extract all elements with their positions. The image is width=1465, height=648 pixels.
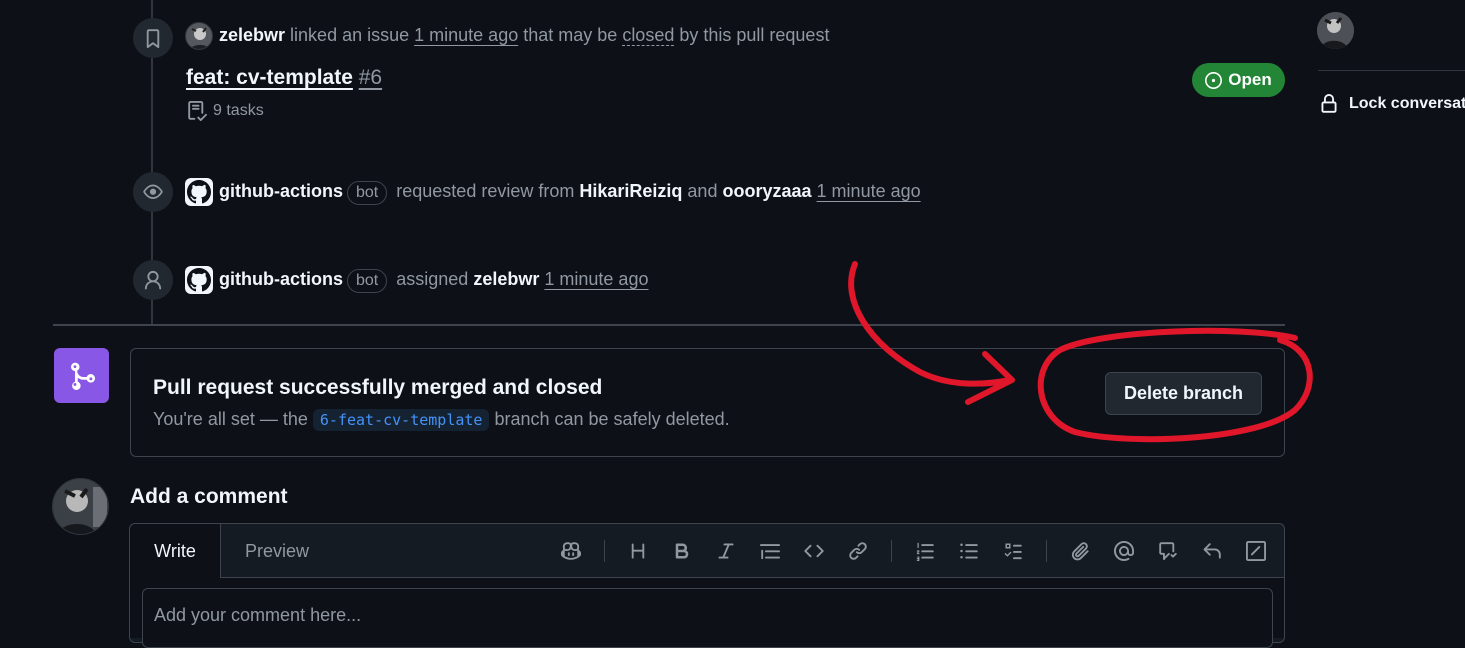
annotation-circle bbox=[1037, 327, 1313, 443]
user-avatar[interactable] bbox=[52, 478, 109, 535]
toolbar-separator bbox=[604, 540, 605, 562]
bold-icon[interactable] bbox=[669, 538, 695, 564]
paperclip-icon[interactable] bbox=[1067, 538, 1093, 564]
copilot-icon[interactable] bbox=[558, 538, 584, 564]
lock-icon bbox=[1321, 94, 1337, 113]
ordered-list-icon[interactable] bbox=[912, 538, 938, 564]
toolbar-separator bbox=[891, 540, 892, 562]
tab-preview[interactable]: Preview bbox=[221, 524, 333, 578]
comment-heading-text: Add a comment bbox=[130, 485, 288, 508]
reply-icon[interactable] bbox=[1199, 538, 1225, 564]
italic-icon[interactable] bbox=[713, 538, 739, 564]
unordered-list-icon[interactable] bbox=[956, 538, 982, 564]
heading-icon[interactable] bbox=[625, 538, 651, 564]
comment-heading: Add a comment bbox=[130, 485, 288, 509]
link-icon[interactable] bbox=[845, 538, 871, 564]
slash-command-icon[interactable] bbox=[1243, 538, 1269, 564]
tab-write[interactable]: Write bbox=[130, 524, 221, 578]
cross-reference-icon[interactable] bbox=[1155, 538, 1181, 564]
toolbar-separator bbox=[1046, 540, 1047, 562]
mention-icon[interactable] bbox=[1111, 538, 1137, 564]
comment-textarea[interactable] bbox=[142, 588, 1273, 648]
sidebar-avatar[interactable] bbox=[1317, 12, 1354, 49]
annotation-arrow bbox=[848, 261, 1013, 387]
task-list-icon[interactable] bbox=[1000, 538, 1026, 564]
quote-icon[interactable] bbox=[757, 538, 783, 564]
sidebar-divider bbox=[1318, 70, 1465, 71]
code-icon[interactable] bbox=[801, 538, 827, 564]
lock-label: Lock conversation bbox=[1349, 95, 1465, 112]
lock-conversation-link[interactable]: Lock conversation bbox=[1319, 94, 1465, 114]
